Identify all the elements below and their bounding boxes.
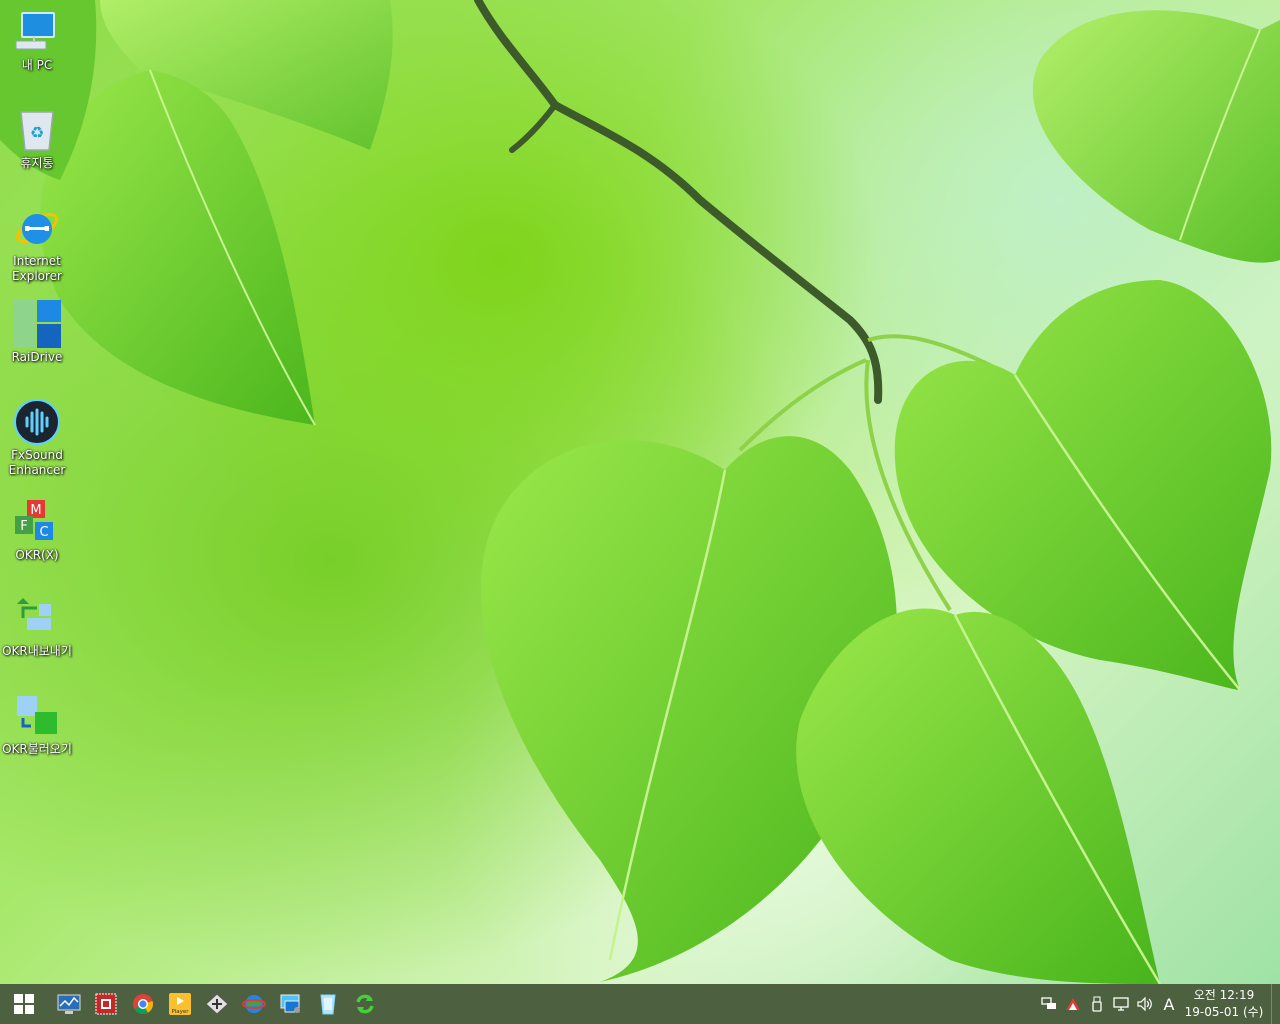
desktop-icon-raidrive[interactable]: RaiDrive <box>0 300 74 365</box>
cleaner-icon <box>319 994 336 1015</box>
raidrive-icon <box>13 300 61 348</box>
desktop-icon-label: RaiDrive <box>11 350 63 364</box>
desktop-icon-label: 휴지통 <box>20 156 54 170</box>
display-network-icon[interactable] <box>1109 984 1133 1024</box>
windows-start-icon <box>14 994 34 1014</box>
show-desktop-button[interactable] <box>1271 984 1280 1024</box>
recycle-bin-icon: ♻ <box>13 106 61 154</box>
red-app-icon <box>95 993 116 1015</box>
svg-text:M: M <box>30 503 41 518</box>
desktop-icon-okr[interactable]: MFC OKR(X) <box>0 498 74 563</box>
svg-text:♻: ♻ <box>30 123 44 142</box>
taskbar-app-cleaner[interactable] <box>309 984 346 1024</box>
svg-text:C: C <box>39 525 48 540</box>
desktop-icon-okr-import[interactable]: OKR불러오기 <box>0 692 74 757</box>
chrome-icon <box>132 994 153 1015</box>
system-tray: A 오전 12:19 19-05-01 (수) <box>1037 984 1280 1024</box>
desktop-icon-this-pc[interactable]: 내 PC <box>0 8 74 73</box>
okr-icon: MFC <box>13 498 61 546</box>
desktop-icon-label: OKR(X) <box>15 548 59 562</box>
clock-time: 오전 12:19 <box>1193 988 1255 1002</box>
taskbar-app-chrome[interactable] <box>124 984 161 1024</box>
fxsound-icon <box>13 398 61 446</box>
taskbar-app-potplayer[interactable]: Player <box>161 984 198 1024</box>
desktop-icon-fxsound[interactable]: FxSound Enhancer <box>0 398 74 478</box>
desktop-wallpaper <box>0 0 1280 984</box>
desktop-icon-label: 내 PC <box>21 58 53 72</box>
usb-icon[interactable] <box>1085 984 1109 1024</box>
taskbar-app-refresh[interactable] <box>346 984 383 1024</box>
tool-icon <box>204 993 229 1015</box>
desktop-icon-label: OKR불러오기 <box>2 742 72 756</box>
desktop-icon-label: Internet Explorer <box>12 254 62 283</box>
desktop-icon-recycle-bin[interactable]: ♻ 휴지통 <box>0 106 74 171</box>
leaf-wallpaper-art <box>0 0 1280 984</box>
volume-icon[interactable] <box>1133 984 1157 1024</box>
taskbar-app-red[interactable] <box>87 984 124 1024</box>
refresh-icon <box>355 994 374 1014</box>
desktop-icon-internet-explorer[interactable]: Internet Explorer <box>0 204 74 284</box>
computer-management-icon <box>280 994 300 1013</box>
clock[interactable]: 오전 12:19 19-05-01 (수) <box>1181 987 1267 1021</box>
input-method-indicator[interactable]: A <box>1157 984 1181 1024</box>
svg-text:F: F <box>20 519 27 534</box>
taskbar-app-network[interactable] <box>235 984 272 1024</box>
clock-date: 19-05-01 (수) <box>1184 1005 1264 1019</box>
taskbar: Player A 오전 12:19 19-05-01 (수) <box>0 984 1280 1024</box>
network-globe-icon <box>241 995 266 1013</box>
system-monitor-icon <box>57 994 80 1014</box>
network-status-icon[interactable] <box>1037 984 1061 1024</box>
taskbar-app-system-monitor[interactable] <box>50 984 87 1024</box>
potplayer-icon: Player <box>168 993 191 1015</box>
desktop-icon-label: OKR내보내기 <box>2 644 72 658</box>
potplayer-label: Player <box>171 1009 189 1015</box>
alert-tray-icon[interactable] <box>1061 984 1085 1024</box>
okr-export-icon <box>13 594 61 642</box>
internet-explorer-icon <box>13 204 61 252</box>
taskbar-app-computer-management[interactable] <box>272 984 309 1024</box>
okr-import-icon <box>13 692 61 740</box>
this-pc-icon <box>13 8 61 56</box>
start-button[interactable] <box>0 984 48 1024</box>
taskbar-app-tool[interactable] <box>198 984 235 1024</box>
desktop-icon-label: FxSound Enhancer <box>8 448 66 477</box>
desktop-icon-okr-export[interactable]: OKR내보내기 <box>0 594 74 659</box>
